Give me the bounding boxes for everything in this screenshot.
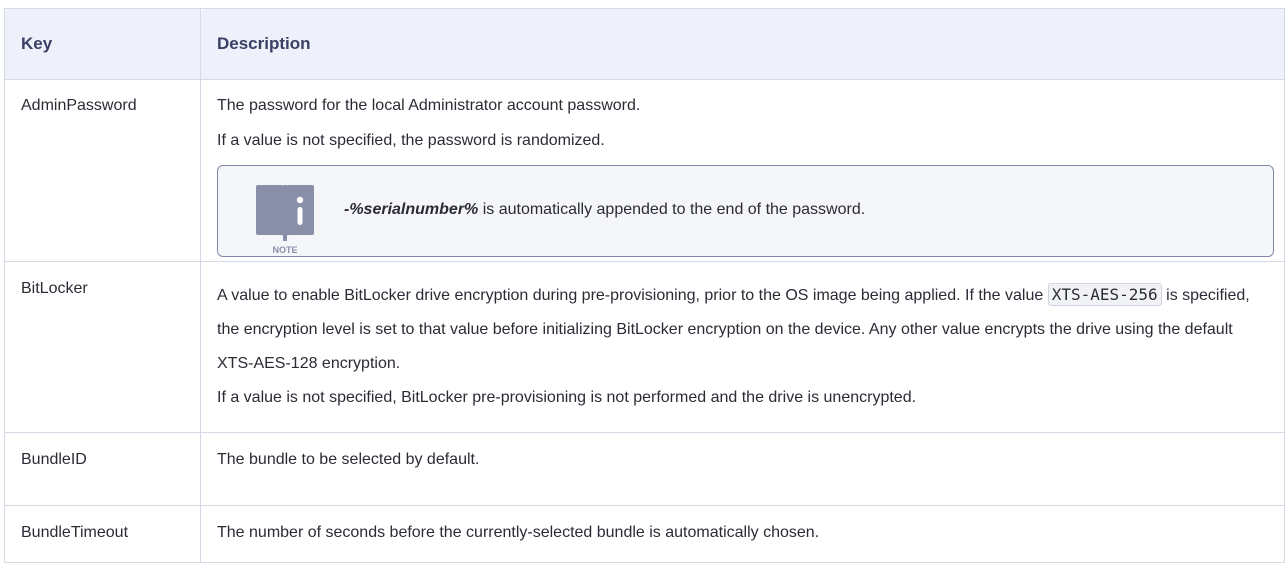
settings-table: Key Description AdminPassword The passwo… [4,8,1285,563]
description-text: A value to enable BitLocker drive encryp… [217,287,1048,304]
note-body: is automatically appended to the end of … [478,201,866,218]
table-header-row: Key Description [4,8,1285,80]
row-description: The bundle to be selected by default. [200,432,1285,506]
column-header-key: Key [4,8,201,80]
row-key: BundleID [4,432,201,506]
note-callout: NOTE -%serialnumber% is automatically ap… [217,165,1274,257]
note-bold-token: -%serialnumber% [344,201,479,218]
code-token: XTS-AES-256 [1047,283,1162,306]
settings-table-container: Key Description AdminPassword The passwo… [4,8,1285,563]
note-text: -%serialnumber% is automatically appende… [344,199,865,221]
row-description: A value to enable BitLocker drive encryp… [200,261,1285,433]
note-icon-label: NOTE [272,245,297,255]
column-header-description: Description [200,8,1285,80]
table-row: BundleTimeout The number of seconds befo… [4,505,1285,563]
row-description: The password for the local Administrator… [200,79,1285,262]
note-book-icon: NOTE [256,185,314,255]
description-paragraph: If a value is not specified, the passwor… [217,132,605,149]
row-description: The number of seconds before the current… [200,505,1285,563]
description-paragraph: The password for the local Administrator… [217,97,641,114]
row-key: BitLocker [4,261,201,433]
row-key: BundleTimeout [4,505,201,563]
table-row: BundleID The bundle to be selected by de… [4,432,1285,506]
description-paragraph: If a value is not specified, BitLocker p… [217,389,917,406]
row-key: AdminPassword [4,79,201,262]
table-row: BitLocker A value to enable BitLocker dr… [4,261,1285,433]
table-row: AdminPassword The password for the local… [4,79,1285,262]
description-paragraph: A value to enable BitLocker drive encryp… [217,278,1268,381]
